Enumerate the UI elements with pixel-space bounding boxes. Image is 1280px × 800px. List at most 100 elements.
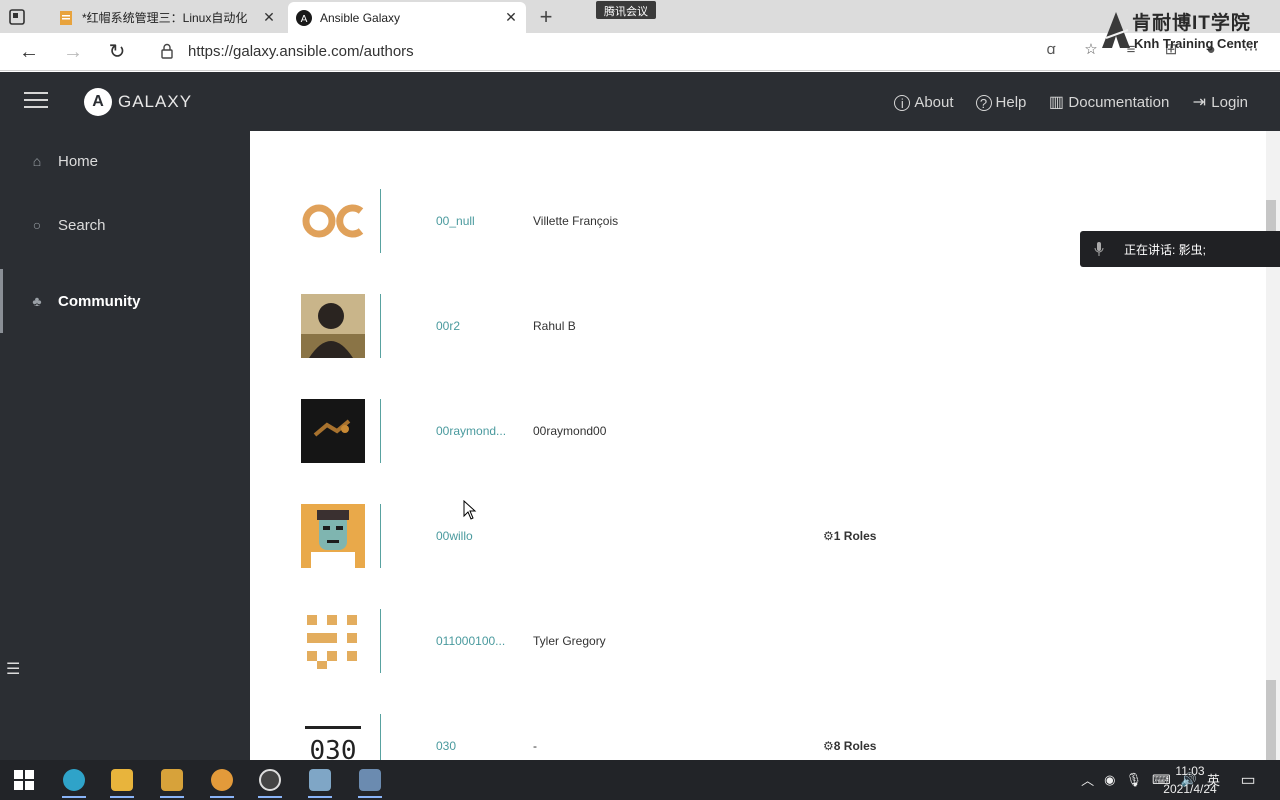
nav-about[interactable]: i About (894, 94, 954, 111)
home-icon: ⌂ (32, 153, 42, 169)
author-username[interactable]: 011000100... (436, 634, 516, 648)
author-row: 00raymond... 00raymond00 (250, 399, 1266, 504)
profile-icon[interactable]: ● (1202, 41, 1220, 59)
remote-desktop-icon[interactable] (156, 766, 188, 798)
file-explorer-icon[interactable] (106, 766, 138, 798)
url-field[interactable]: https://galaxy.ansible.com/authors (188, 43, 414, 60)
author-username[interactable]: 00raymond... (436, 424, 516, 438)
community-icon: ♣ (32, 293, 42, 309)
author-avatar[interactable] (301, 294, 365, 358)
tray-expand-icon[interactable]: ︿ (1081, 770, 1094, 789)
sidebar-item-home[interactable]: ⌂ Home (0, 141, 250, 181)
address-bar: ← → ↻ https://galaxy.ansible.com/authors… (0, 33, 1280, 71)
row-divider (380, 504, 381, 568)
workspaces-icon[interactable] (6, 6, 28, 28)
address-bar-actions: ꭤ ☆ ≡ ⊞ ● ⋯ (1042, 41, 1260, 59)
clock-date: 2021/4/24 (1163, 782, 1217, 796)
login-icon: ⇥ (1192, 93, 1206, 111)
scrollbar-thumb-lower[interactable] (1266, 680, 1276, 760)
info-icon: i (894, 94, 911, 111)
row-divider (380, 189, 381, 253)
microphone-icon[interactable]: 🎙 (1126, 772, 1143, 788)
sidebar-item-label: Community (58, 292, 141, 310)
nav-login[interactable]: ⇥ Login (1191, 94, 1248, 111)
nav-documentation-label: Documentation (1068, 94, 1170, 111)
microphone-icon (1094, 242, 1104, 256)
author-row: 00r2 Rahul B (250, 294, 1266, 399)
mouse-cursor-icon (463, 500, 477, 520)
tab-title: Ansible Galaxy (320, 10, 401, 25)
close-icon[interactable]: ✕ (504, 9, 518, 26)
close-icon[interactable]: ✕ (262, 9, 276, 26)
book-icon: ▥ (1048, 93, 1064, 111)
new-tab-button[interactable]: + (534, 4, 558, 30)
author-name: - (533, 739, 537, 753)
nav-login-label: Login (1211, 94, 1248, 111)
terminal-app-icon[interactable] (354, 766, 386, 798)
author-avatar[interactable] (301, 399, 365, 463)
windows-taskbar: ︿ ◉ 🎙 ⌨ 🔊 英 11:03 2021/4/24 ▭ (0, 760, 1280, 800)
back-arrow-icon[interactable]: ← (18, 41, 40, 63)
notification-center-icon[interactable]: ▭ (1238, 770, 1258, 790)
collections-icon[interactable]: ⊞ (1162, 41, 1180, 59)
windows-start-icon[interactable] (14, 770, 34, 790)
nav-about-label: About (914, 94, 954, 111)
speaking-text: 正在讲话: 影虫; (1124, 242, 1207, 257)
spiral-app-icon[interactable] (206, 766, 238, 798)
nav-help-label: Help (995, 94, 1027, 111)
taskbar-clock[interactable]: 11:03 2021/4/24 (1150, 762, 1230, 798)
author-avatar[interactable] (301, 504, 365, 568)
author-avatar[interactable]: 030 (301, 714, 365, 760)
row-divider (380, 609, 381, 673)
ansible-logo-icon: A (296, 9, 312, 26)
browser-tab-galaxy[interactable]: A Ansible Galaxy ✕ (288, 2, 526, 33)
sidebar: ⌂ Home ○ Search ♣ Community ☰ (0, 131, 250, 760)
tray-app-icon[interactable]: ◉ (1104, 772, 1115, 788)
nav-documentation[interactable]: ▥ Documentation (1048, 94, 1169, 111)
sidebar-list-toggle-icon[interactable]: ☰ (6, 659, 20, 679)
favorites-list-icon[interactable]: ≡ (1122, 41, 1140, 59)
sidebar-item-community[interactable]: ♣ Community (0, 269, 250, 333)
author-row: 011000100... Tyler Gregory (250, 609, 1266, 714)
meeting-badge[interactable]: 腾讯会议 (596, 1, 656, 19)
sidebar-item-search[interactable]: ○ Search (0, 205, 250, 245)
galaxy-brand[interactable]: GALAXY (118, 92, 192, 112)
author-row: 00willo ⚙1 Roles (250, 504, 1266, 609)
tab-title: *红帽系统管理三：Linux自动化 (82, 11, 248, 25)
svg-text:030: 030 (310, 736, 357, 760)
author-username[interactable]: 030 (436, 739, 516, 753)
header-nav: i About ? Help ▥ Documentation ⇥ Login (894, 94, 1248, 111)
row-divider (380, 294, 381, 358)
hamburger-menu-icon[interactable] (24, 92, 48, 110)
author-avatar[interactable] (301, 609, 365, 673)
photos-app-icon[interactable] (304, 766, 336, 798)
forward-arrow-icon[interactable]: → (62, 41, 84, 63)
author-roles: ⚙1 Roles (823, 529, 876, 543)
author-username[interactable]: 00_null (436, 214, 516, 228)
document-icon (60, 10, 72, 25)
edge-browser-icon[interactable] (58, 766, 90, 798)
lock-icon[interactable] (160, 43, 174, 59)
favorite-star-icon[interactable]: ☆ (1082, 41, 1100, 59)
author-roles-count: 1 Roles (833, 529, 877, 543)
browser-tab-course[interactable]: *红帽系统管理三：Linux自动化 ✕ (50, 2, 284, 33)
question-icon: ? (975, 94, 992, 111)
authors-list: 00_null Villette François 00r2 Rahul B 0… (250, 131, 1266, 760)
read-aloud-icon[interactable]: ꭤ (1042, 41, 1060, 59)
author-avatar[interactable] (301, 189, 365, 253)
sidebar-item-label: Search (58, 216, 106, 234)
author-username[interactable]: 00r2 (436, 319, 516, 333)
author-name: Rahul B (533, 319, 576, 333)
clock-time: 11:03 (1175, 764, 1205, 778)
obs-recorder-icon[interactable] (254, 766, 286, 798)
author-roles-count: 8 Roles (833, 739, 877, 753)
reload-icon[interactable]: ↻ (106, 41, 128, 63)
galaxy-header: A GALAXY i About ? Help ▥ Documentation … (0, 72, 1280, 131)
author-username[interactable]: 00willo (436, 529, 516, 543)
author-row: 030 030 - ⚙8 Roles (250, 714, 1266, 760)
galaxy-logo[interactable]: A (84, 88, 112, 116)
svg-text:A: A (301, 14, 308, 25)
nav-help[interactable]: ? Help (975, 94, 1027, 111)
more-menu-icon[interactable]: ⋯ (1242, 41, 1260, 59)
author-name: 00raymond00 (533, 424, 607, 438)
